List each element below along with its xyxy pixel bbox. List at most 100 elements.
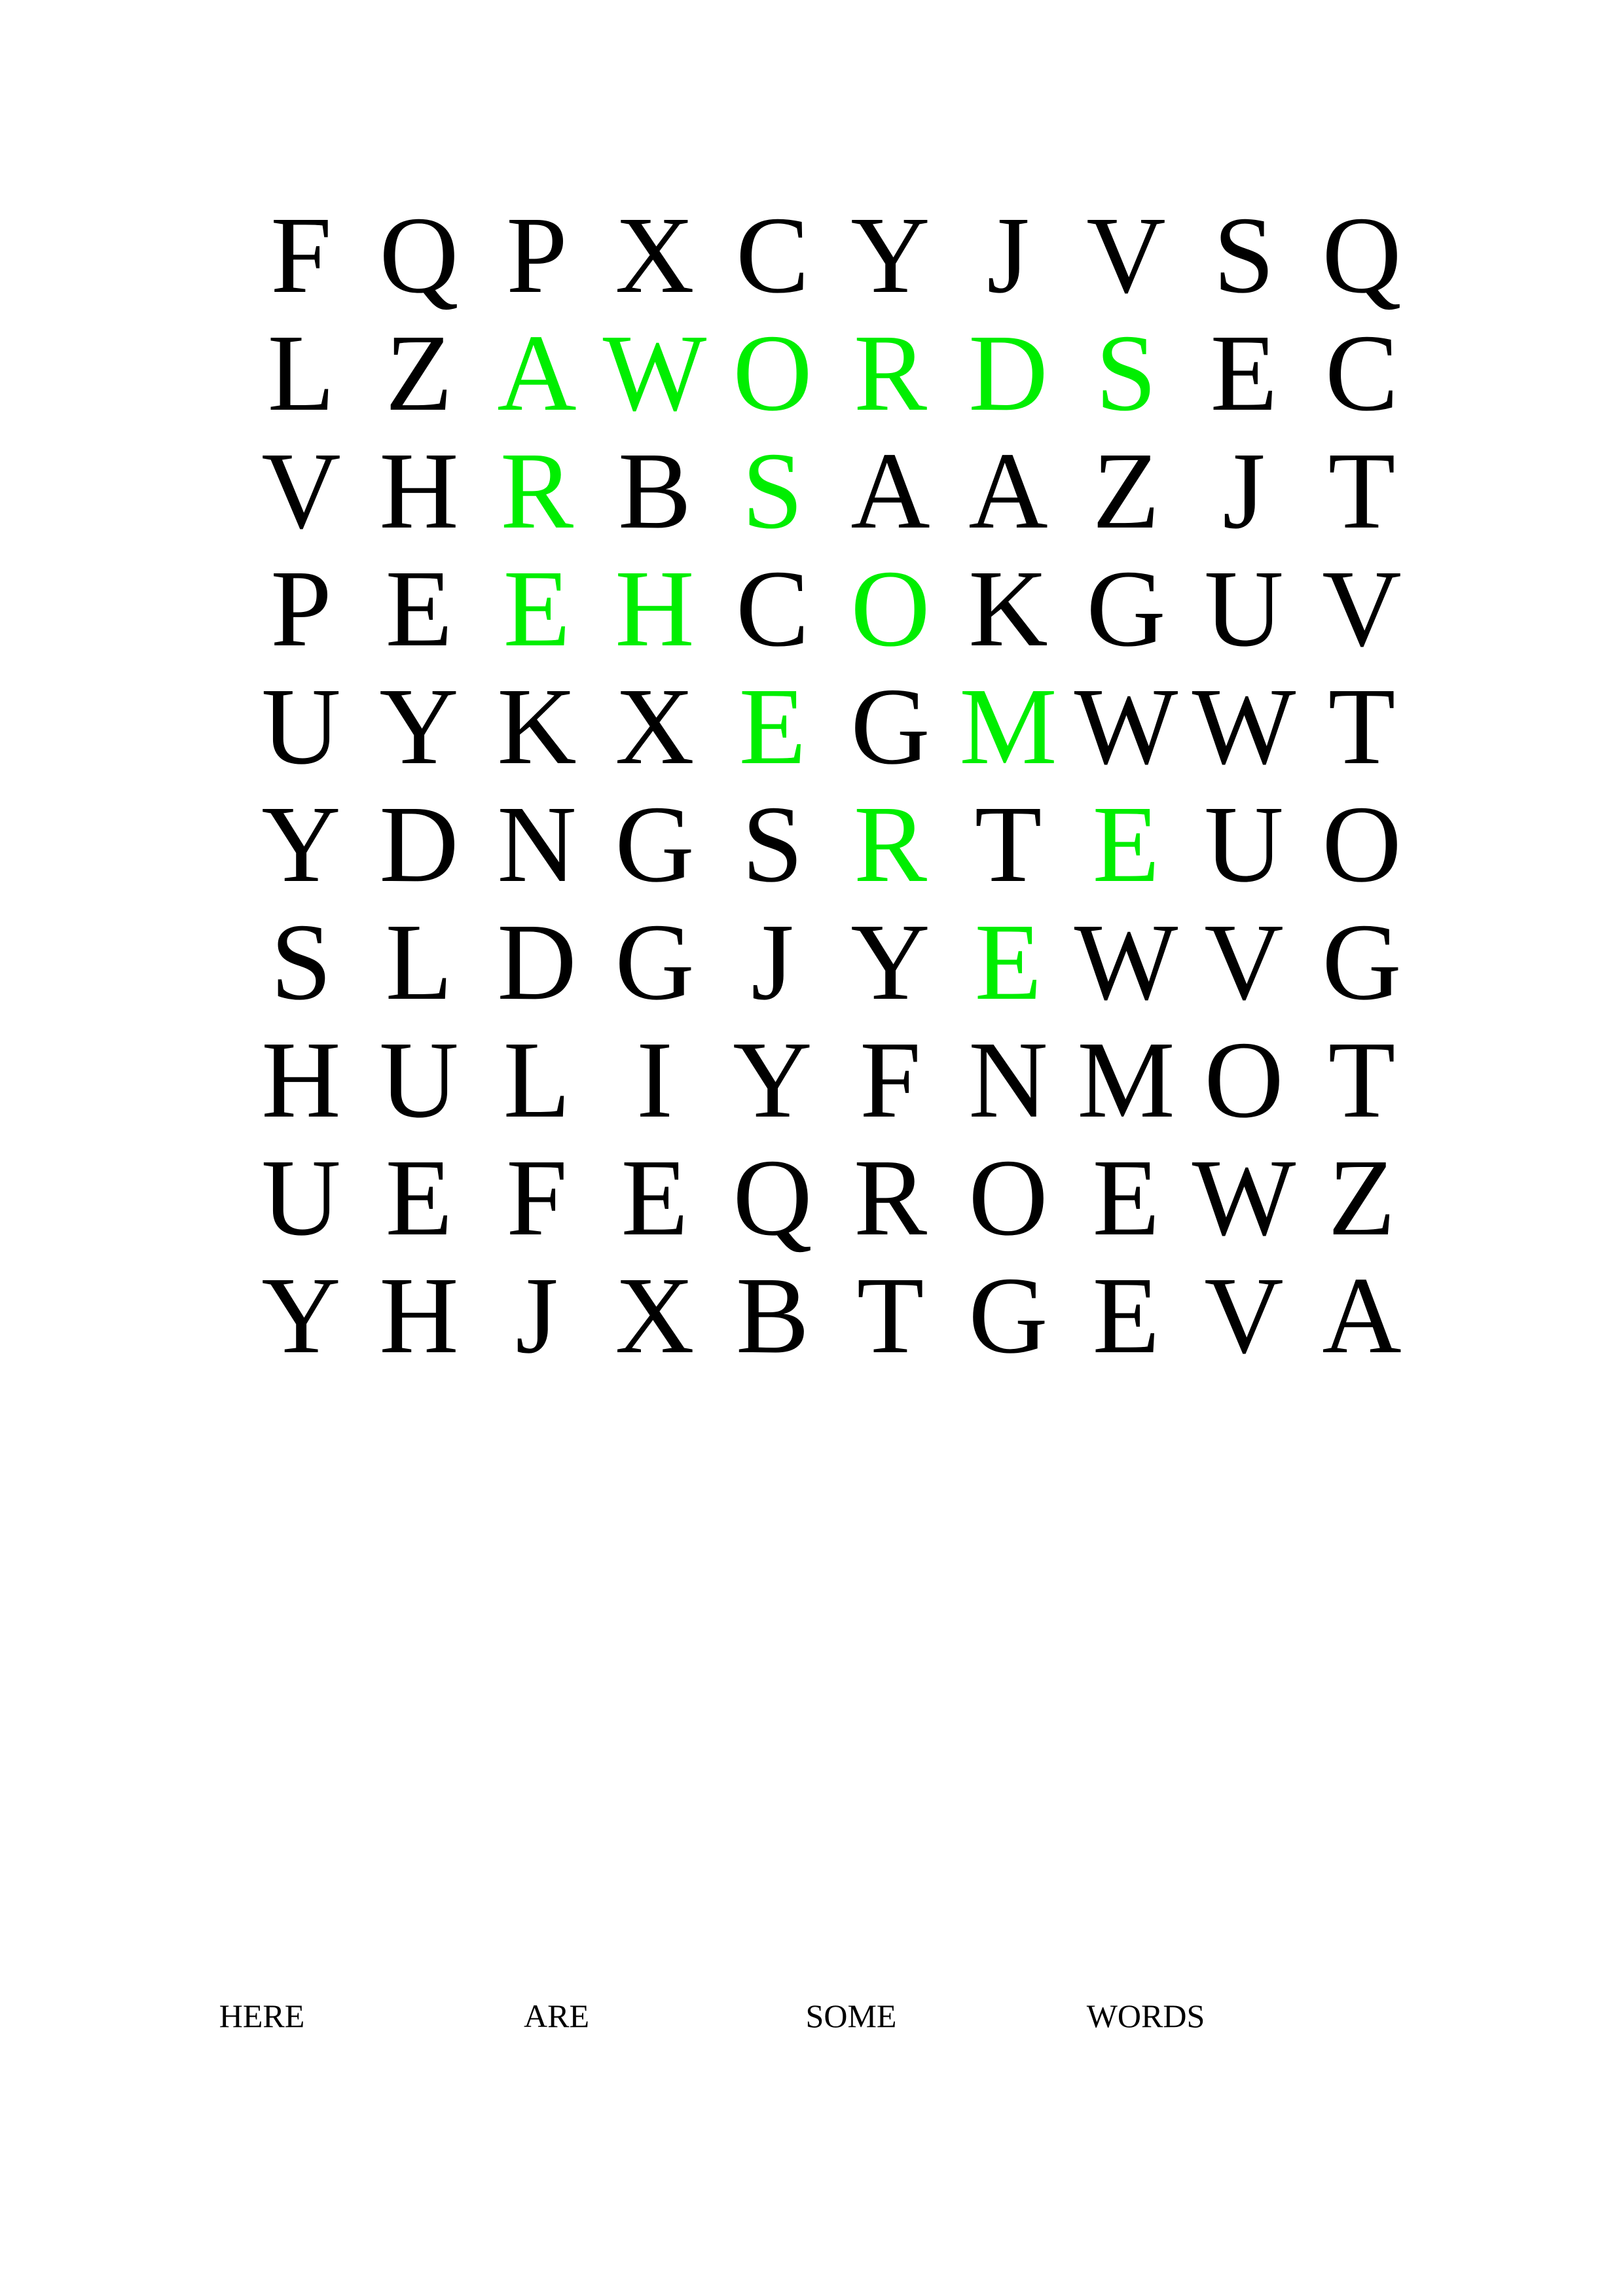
- grid-letter-found: E: [739, 666, 807, 787]
- grid-letter: E: [1210, 312, 1278, 434]
- page: FQPXCYJVSQLZAWORDSECVHRBSAAZJTPEEHCOKGUV…: [0, 0, 1623, 2296]
- grid-letter: N: [968, 1019, 1048, 1141]
- grid-letter: Q: [1322, 194, 1402, 316]
- grid-letter: J: [751, 901, 794, 1023]
- grid-letter: U: [379, 1019, 459, 1141]
- grid-letter: A: [968, 430, 1048, 552]
- grid-letter: E: [1092, 1137, 1160, 1259]
- grid-letter: E: [1092, 1255, 1160, 1376]
- grid-letter: O: [1322, 783, 1402, 905]
- grid-letter: J: [987, 194, 1030, 316]
- grid-letter: L: [385, 901, 453, 1023]
- grid-letter: X: [615, 194, 695, 316]
- grid-row: HULIYFNMOT: [242, 1021, 1421, 1139]
- grid-letter: V: [1204, 901, 1284, 1023]
- grid-letter: O: [1204, 1019, 1284, 1141]
- grid-letter-found: D: [968, 312, 1048, 434]
- grid-letter: V: [261, 430, 341, 552]
- grid-letter-found: E: [974, 901, 1042, 1023]
- grid-letter: Z: [1328, 1137, 1396, 1259]
- grid-row: PEEHCOKGUV: [242, 550, 1421, 668]
- grid-row: VHRBSAAZJT: [242, 432, 1421, 550]
- grid-letter: T: [1328, 1019, 1396, 1141]
- grid-letter: Q: [379, 194, 459, 316]
- grid-letter-found: R: [853, 312, 928, 434]
- grid-letter-found: E: [1092, 783, 1160, 905]
- grid-letter-found: R: [853, 783, 928, 905]
- grid-letter: D: [379, 783, 459, 905]
- grid-letter-found: O: [850, 548, 930, 670]
- grid-letter: F: [270, 194, 332, 316]
- word-item-are: ARE: [524, 1998, 589, 2034]
- grid-letter: E: [621, 1137, 689, 1259]
- grid-letter: V: [1322, 548, 1402, 670]
- grid-letter-found: W: [602, 312, 707, 434]
- grid-letter: T: [974, 783, 1042, 905]
- grid-row: LZAWORDSEC: [242, 314, 1421, 432]
- grid-letter: C: [735, 194, 810, 316]
- grid-row: UEFEQROEWZ: [242, 1139, 1421, 1257]
- grid-letter: W: [1192, 666, 1296, 787]
- grid-letter: G: [615, 901, 695, 1023]
- grid-row: YHJXBTGEVA: [242, 1257, 1421, 1374]
- grid-row: FQPXCYJVSQ: [242, 196, 1421, 314]
- grid-letter: U: [261, 666, 341, 787]
- grid-letter-found: O: [733, 312, 812, 434]
- grid-letter-found: A: [497, 312, 577, 434]
- grid-letter: C: [735, 548, 810, 670]
- grid-letter: S: [270, 901, 332, 1023]
- grid-letter-found: S: [1095, 312, 1157, 434]
- grid-letter: O: [968, 1137, 1048, 1259]
- grid-letter: Z: [385, 312, 453, 434]
- grid-row: YDNGSRTEUO: [242, 785, 1421, 903]
- grid-letter: K: [968, 548, 1048, 670]
- grid-letter-found: R: [500, 430, 574, 552]
- grid-letter: N: [497, 783, 577, 905]
- word-search-grid: FQPXCYJVSQLZAWORDSECVHRBSAAZJTPEEHCOKGUV…: [242, 196, 1421, 1374]
- grid-letter: Y: [850, 194, 930, 316]
- grid-letter-found: E: [503, 548, 571, 670]
- grid-letter: D: [497, 901, 577, 1023]
- word-item-here: HERE: [219, 1998, 305, 2034]
- grid-letter: G: [1322, 901, 1402, 1023]
- grid-letter: C: [1324, 312, 1399, 434]
- grid-letter: L: [503, 1019, 571, 1141]
- grid-letter: U: [1204, 548, 1284, 670]
- grid-letter: L: [267, 312, 335, 434]
- grid-letter: J: [515, 1255, 558, 1376]
- grid-letter: V: [1086, 194, 1166, 316]
- grid-letter: T: [1328, 430, 1396, 552]
- grid-letter: U: [261, 1137, 341, 1259]
- grid-letter: G: [615, 783, 695, 905]
- grid-letter: G: [1086, 548, 1166, 670]
- grid-letter: H: [379, 430, 459, 552]
- grid-letter: Y: [261, 783, 341, 905]
- grid-letter: M: [1077, 1019, 1175, 1141]
- word-item-some: SOME: [805, 1998, 897, 2034]
- grid-letter: W: [1192, 1137, 1296, 1259]
- grid-letter: Y: [261, 1255, 341, 1376]
- grid-letter: A: [1322, 1255, 1402, 1376]
- word-item-words: WORDS: [1086, 1998, 1205, 2034]
- grid-letter: P: [506, 194, 568, 316]
- grid-letter: T: [1328, 666, 1396, 787]
- word-list: HERE ARE SOME WORDS: [0, 1990, 1623, 2042]
- grid-letter: S: [742, 783, 803, 905]
- grid-letter: Z: [1092, 430, 1160, 552]
- grid-letter-found: S: [742, 430, 803, 552]
- grid-letter: R: [853, 1137, 928, 1259]
- grid-letter: G: [850, 666, 930, 787]
- grid-letter: H: [379, 1255, 459, 1376]
- grid-letter: E: [385, 548, 453, 670]
- grid-letter: W: [1074, 901, 1178, 1023]
- grid-letter: X: [615, 666, 695, 787]
- grid-letter-found: H: [615, 548, 695, 670]
- grid-row: UYKXEGMWWT: [242, 668, 1421, 785]
- grid-letter: K: [497, 666, 577, 787]
- grid-letter: T: [856, 1255, 924, 1376]
- grid-letter-found: M: [959, 666, 1057, 787]
- grid-letter: S: [1213, 194, 1275, 316]
- grid-letter: Y: [379, 666, 459, 787]
- grid-letter: J: [1222, 430, 1266, 552]
- grid-letter: P: [270, 548, 332, 670]
